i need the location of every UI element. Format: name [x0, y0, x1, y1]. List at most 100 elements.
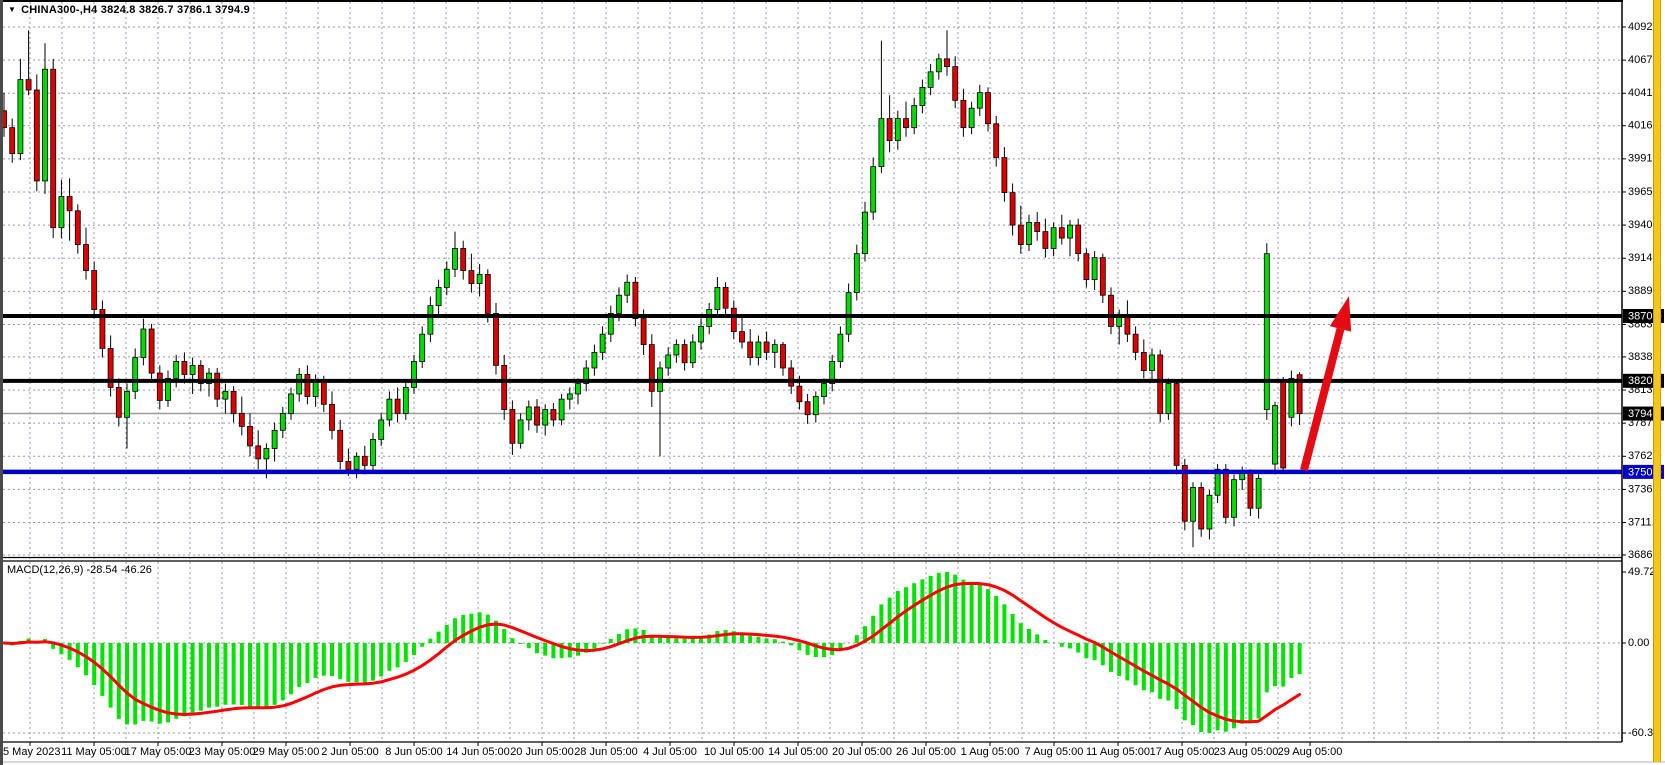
candle-bearish — [10, 128, 15, 154]
candle-bullish — [813, 397, 818, 415]
candle-bullish — [280, 413, 285, 430]
candle-bullish — [600, 334, 605, 352]
candle-bearish — [34, 90, 39, 181]
candle-bullish — [969, 108, 974, 127]
candle-bullish — [1232, 480, 1237, 518]
candle-bullish — [1051, 228, 1056, 249]
candle-bearish — [748, 342, 753, 358]
candle-bearish — [1035, 222, 1040, 231]
candle-bullish — [1166, 384, 1171, 414]
candle-bullish — [879, 119, 884, 167]
candle-bearish — [256, 446, 261, 459]
candle-bearish — [92, 271, 97, 310]
candle-bearish — [510, 410, 515, 444]
candle-bullish — [1207, 495, 1212, 529]
candle-bullish — [526, 407, 531, 420]
candle-bearish — [1043, 232, 1048, 249]
candle-bullish — [444, 269, 449, 287]
candle-bearish — [1199, 487, 1204, 529]
candle-bullish — [379, 420, 384, 439]
candle-bearish — [781, 345, 786, 368]
candle-bearish — [723, 287, 728, 308]
time-axis-label: 29 Aug 05:00 — [1278, 746, 1343, 758]
time-axis-label: 23 May 05:00 — [189, 746, 256, 758]
candle-bullish — [453, 248, 458, 269]
candle-bullish — [18, 80, 23, 154]
macd-scale-label: 49.72 — [1628, 566, 1656, 578]
candle-bearish — [1248, 472, 1253, 508]
time-axis-label: 2 Jun 05:00 — [321, 746, 379, 758]
time-axis-label: 7 Aug 05:00 — [1025, 746, 1084, 758]
candle-bullish — [567, 394, 572, 399]
chart-canvas[interactable]: 4092.54067.04041.54016.53991.03965.53940… — [0, 0, 1665, 765]
candle-bullish — [871, 167, 876, 212]
candle-bearish — [1125, 316, 1130, 334]
candle-bearish — [1076, 225, 1081, 254]
candle-bearish — [157, 373, 162, 400]
candle-bullish — [190, 365, 195, 374]
candle-bullish — [289, 394, 294, 413]
candle-bearish — [1059, 228, 1064, 238]
candle-bearish — [789, 368, 794, 386]
candle-bearish — [75, 211, 80, 245]
trend-arrow-shaft[interactable] — [1304, 329, 1340, 470]
candle-bullish — [403, 387, 408, 413]
candle-bearish — [649, 345, 654, 392]
time-axis-label: 10 Jul 05:00 — [704, 746, 764, 758]
candle-bearish — [395, 399, 400, 413]
candle-bullish — [1191, 487, 1196, 521]
time-axis-label: 4 Jul 05:00 — [643, 746, 697, 758]
time-axis-label: 29 May 05:00 — [253, 746, 320, 758]
candle-bullish — [772, 345, 777, 353]
candle-bullish — [387, 399, 392, 420]
candle-bearish — [116, 387, 121, 417]
candle-bullish — [756, 342, 761, 358]
time-axis-label: 17 May 05:00 — [125, 746, 192, 758]
candle-bullish — [141, 329, 146, 358]
candle-bearish — [305, 374, 310, 396]
candle-bearish — [330, 404, 335, 430]
chart-left-border — [0, 0, 3, 765]
candle-bearish — [764, 342, 769, 352]
candle-bearish — [231, 391, 236, 413]
right-edge-stripe — [1653, 0, 1661, 762]
symbol-dropdown-icon[interactable]: ▼ — [8, 5, 16, 14]
candle-bullish — [297, 374, 302, 393]
trend-arrow-head[interactable] — [1330, 296, 1351, 332]
candle-bearish — [961, 100, 966, 127]
candle-bearish — [182, 361, 187, 374]
chart-window: 4092.54067.04041.54016.53991.03965.53940… — [0, 0, 1665, 765]
candle-bearish — [239, 413, 244, 426]
candle-bullish — [559, 399, 564, 420]
candle-bullish — [477, 274, 482, 283]
candle-bearish — [1223, 469, 1228, 517]
candle-bullish — [354, 456, 359, 469]
candle-bullish — [617, 295, 622, 313]
candle-bullish — [838, 334, 843, 361]
candle-bullish — [625, 282, 630, 295]
candle-bearish — [502, 365, 507, 409]
candle-bearish — [1084, 254, 1089, 280]
candle-bearish — [1018, 225, 1023, 244]
candle-bullish — [936, 59, 941, 72]
candle-bearish — [1133, 334, 1138, 352]
time-axis-label: 11 May 05:00 — [61, 746, 127, 758]
candle-bullish — [543, 410, 548, 426]
candle-bullish — [223, 391, 228, 399]
candle-bearish — [994, 124, 999, 158]
candle-bullish — [420, 334, 425, 361]
candle-bullish — [133, 358, 138, 392]
candle-bearish — [362, 456, 367, 465]
candle-bullish — [1027, 222, 1032, 244]
candle-bullish — [715, 287, 720, 309]
candle-bullish — [863, 212, 868, 254]
candle-bullish — [977, 93, 982, 109]
candle-bearish — [1002, 158, 1007, 193]
candle-bullish — [592, 352, 597, 368]
candle-bearish — [945, 59, 950, 67]
candle-bearish — [887, 119, 892, 141]
candle-bearish — [215, 373, 220, 399]
candle-bearish — [1174, 384, 1179, 466]
candle-bullish — [371, 439, 376, 465]
candle-bullish — [412, 361, 417, 387]
